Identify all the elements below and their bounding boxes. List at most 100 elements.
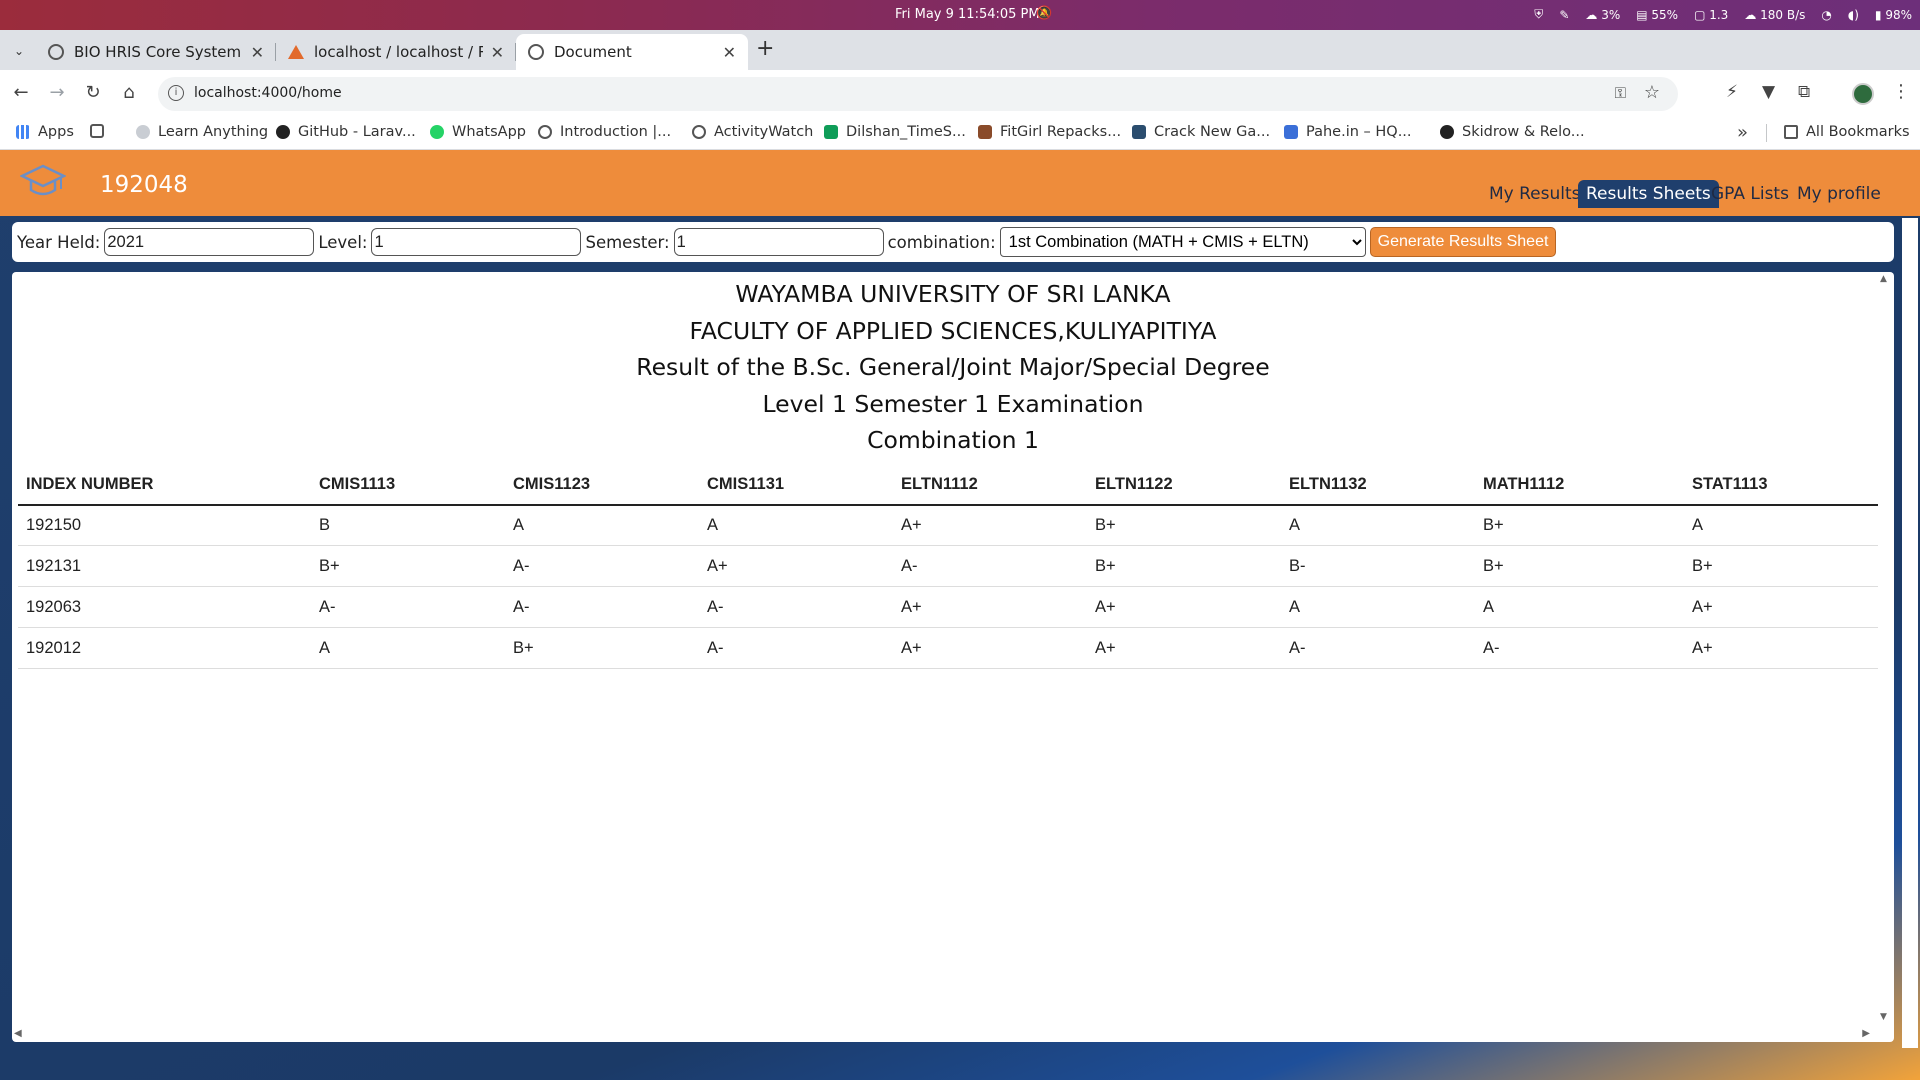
bookmark-item[interactable]: FitGirl Repacks... <box>978 124 1121 140</box>
tab-phpmyadmin[interactable]: localhost / localhost / RE ✕ <box>276 34 516 70</box>
reading-mode-icon[interactable] <box>90 124 112 138</box>
clock[interactable]: Fri May 9 11:54:05 PM <box>895 7 1040 22</box>
scroll-left-icon[interactable]: ◀ <box>14 1028 22 1039</box>
back-arrow-icon[interactable]: ← <box>10 82 32 103</box>
bookmark-star-icon[interactable]: ☆ <box>1644 82 1660 103</box>
bookmark-item[interactable]: Crack New Ga... <box>1132 124 1270 140</box>
semester-label: Semester: <box>585 232 670 252</box>
new-tab-plus-icon[interactable]: + <box>756 36 774 61</box>
profile-avatar[interactable] <box>1852 83 1874 105</box>
grade-cell: B+ <box>311 545 505 587</box>
scroll-right-icon[interactable]: ▶ <box>1862 1028 1870 1039</box>
grade-cell: A+ <box>1684 627 1878 669</box>
password-key-icon[interactable]: ⚿ <box>1615 84 1626 102</box>
column-header: STAT1113 <box>1684 464 1878 506</box>
bookmark-item[interactable]: Dilshan_TimeS... <box>824 124 966 140</box>
index-cell: 192150 <box>18 504 311 546</box>
reload-icon[interactable]: ↻ <box>82 82 104 103</box>
scroll-down-icon[interactable]: ▼ <box>1880 1012 1887 1022</box>
os-top-bar: Fri May 9 11:54:05 PM 🔕 ⛨ ✎ ☁ 3% ▤ 55% ▢… <box>0 0 1920 30</box>
grade-cell: A- <box>505 586 699 628</box>
grade-cell: B+ <box>1087 504 1281 546</box>
exam-title: Level 1 Semester 1 Examination <box>762 389 1144 418</box>
grade-cell: A- <box>699 586 893 628</box>
grade-cell: A+ <box>1087 627 1281 669</box>
address-bar[interactable]: i localhost:4000/home ⚿ ☆ <box>158 77 1678 111</box>
home-icon[interactable]: ⌂ <box>118 82 140 103</box>
scroll-up-icon[interactable]: ▲ <box>1880 274 1887 284</box>
column-header: CMIS1131 <box>699 464 893 506</box>
globe-icon <box>48 44 64 60</box>
bookmark-item[interactable]: Learn Anything <box>136 124 268 140</box>
combination-select[interactable]: 1st Combination (MATH + CMIS + ELTN) <box>999 227 1366 257</box>
folder-icon <box>1784 125 1798 139</box>
inner-vertical-scrollbar[interactable]: ▲ ▼ <box>1880 274 1890 1040</box>
bookmark-item[interactable]: Skidrow & Relo... <box>1440 124 1585 140</box>
cpu-indicator[interactable]: ☁ 3% <box>1585 8 1620 22</box>
results-table: INDEX NUMBER CMIS1113 CMIS1123 CMIS1131 … <box>18 464 1878 669</box>
battery-indicator[interactable]: ▮ 98% <box>1875 8 1912 22</box>
close-icon[interactable]: ✕ <box>723 43 736 62</box>
grade-cell: A+ <box>893 627 1087 669</box>
semester-input[interactable] <box>673 228 884 256</box>
level-input[interactable] <box>371 228 582 256</box>
url-text[interactable]: localhost:4000/home <box>194 85 342 101</box>
tab-bio-hris[interactable]: BIO HRIS Core System ✕ <box>36 34 276 70</box>
grade-cell: A- <box>505 545 699 587</box>
web-page: 192048 My Results Results Sheets GPA Lis… <box>0 150 1920 1080</box>
table-row: 192150 B A A A+ B+ A B+ A <box>18 504 1878 546</box>
inner-horizontal-scrollbar[interactable]: ◀ ▶ <box>12 1028 1894 1042</box>
tab-title: Document <box>554 43 632 61</box>
grade-cell: A <box>1475 586 1684 628</box>
nav-gpa-lists[interactable]: GPA Lists <box>1703 180 1797 208</box>
skidrow-icon <box>1440 125 1454 139</box>
volume-icon[interactable]: ◖) <box>1848 8 1859 22</box>
kebab-menu-icon[interactable]: ⋮ <box>1892 81 1910 102</box>
year-input[interactable] <box>104 228 315 256</box>
phpmyadmin-icon <box>288 45 304 59</box>
wifi-icon[interactable]: ◔ <box>1821 8 1831 22</box>
nav-my-profile[interactable]: My profile <box>1789 180 1889 208</box>
extension-icon[interactable]: ⚡ <box>1726 82 1738 102</box>
forward-arrow-icon[interactable]: → <box>46 82 68 103</box>
more-bookmarks-chevron-icon[interactable]: » <box>1737 122 1748 143</box>
page-vertical-scrollbar[interactable] <box>1902 218 1918 1048</box>
bookmark-item[interactable]: WhatsApp <box>430 124 526 140</box>
memory-indicator[interactable]: ▤ 55% <box>1636 8 1678 22</box>
crack-games-icon <box>1132 125 1146 139</box>
grade-cell: B- <box>1281 545 1475 587</box>
filter-extension-icon[interactable]: ▼ <box>1762 82 1775 102</box>
combination-title: Combination 1 <box>867 426 1039 454</box>
tab-search-chevron-icon[interactable]: ⌄ <box>8 40 30 62</box>
bookmark-apps[interactable]: Apps <box>16 124 74 140</box>
pipette-icon[interactable]: ✎ <box>1559 8 1569 22</box>
bookmark-item[interactable]: GitHub - Larav... <box>276 124 416 140</box>
close-icon[interactable]: ✕ <box>251 43 264 62</box>
bookmark-item[interactable]: Pahe.in – HQ... <box>1284 124 1412 140</box>
nav-results-sheets[interactable]: Results Sheets <box>1578 180 1719 208</box>
nav-my-results[interactable]: My Results <box>1481 180 1589 208</box>
load-indicator[interactable]: ▢ 1.3 <box>1694 8 1728 22</box>
sheet-heading: WAYAMBA UNIVERSITY OF SRI LANKA FACULTY … <box>12 276 1894 459</box>
all-bookmarks[interactable]: All Bookmarks <box>1784 124 1910 140</box>
bookmark-item[interactable]: Introduction |... <box>538 124 671 140</box>
grade-cell: A <box>505 504 699 546</box>
site-info-icon[interactable]: i <box>168 85 184 101</box>
generate-results-sheet-button[interactable]: Generate Results Sheet <box>1369 227 1557 257</box>
system-tray: ⛨ ✎ ☁ 3% ▤ 55% ▢ 1.3 ☁ 180 B/s ◔ ◖) ▮ 98… <box>1534 7 1912 22</box>
table-row: 192063 A- A- A- A+ A+ A A A+ <box>18 586 1878 628</box>
bookmark-item[interactable]: ActivityWatch <box>692 124 813 140</box>
close-icon[interactable]: ✕ <box>491 43 504 62</box>
grade-cell: B+ <box>1475 545 1684 587</box>
whatsapp-icon <box>430 125 444 139</box>
degree-title: Result of the B.Sc. General/Joint Major/… <box>636 353 1270 381</box>
puzzle-extensions-icon[interactable]: ⧉ <box>1798 82 1810 102</box>
graduation-cap-logo-icon[interactable] <box>20 162 66 202</box>
index-cell: 192131 <box>18 545 311 587</box>
tab-document[interactable]: Document ✕ <box>516 34 748 70</box>
network-indicator[interactable]: ☁ 180 B/s <box>1744 8 1805 22</box>
grade-cell: A+ <box>1684 586 1878 628</box>
shield-icon[interactable]: ⛨ <box>1534 7 1543 22</box>
grade-cell: A+ <box>893 504 1087 546</box>
grade-cell: B+ <box>1087 545 1281 587</box>
